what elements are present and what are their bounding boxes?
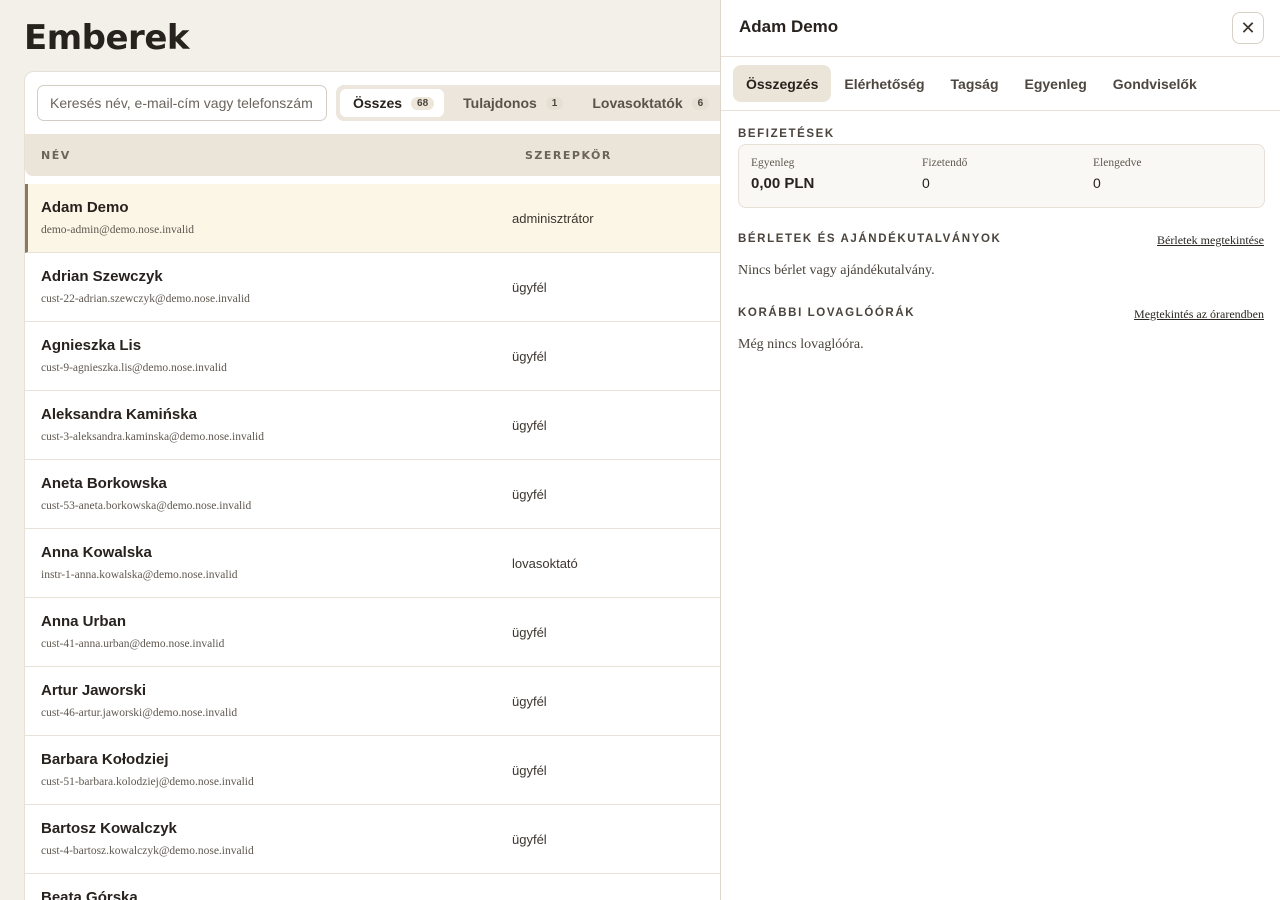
table-row[interactable]: Barbara Kołodziej cust-51-barbara.kolodz…: [25, 736, 743, 805]
filter-instructors[interactable]: Lovasoktatók 6: [579, 89, 719, 117]
person-email: cust-41-anna.urban@demo.nose.invalid: [41, 638, 225, 650]
tab-contact[interactable]: Elérhetőség: [831, 65, 937, 102]
person-role: ügyfél: [512, 349, 547, 364]
tab-membership[interactable]: Tagság: [938, 65, 1012, 102]
person-name: Adrian Szewczyk: [41, 268, 163, 285]
person-email: cust-46-artur.jaworski@demo.nose.invalid: [41, 707, 238, 719]
lessons-heading: KORÁBBI LOVAGLÓÓRÁK: [738, 307, 916, 319]
person-role: ügyfél: [512, 418, 547, 433]
person-email: instr-1-anna.kowalska@demo.nose.invalid: [41, 569, 238, 581]
passes-heading: BÉRLETEK ÉS AJÁNDÉKUTALVÁNYOK: [738, 233, 1002, 245]
person-email: cust-51-barbara.kolodziej@demo.nose.inva…: [41, 776, 254, 788]
balance-label: Egyenleg: [751, 157, 795, 169]
person-name: Aneta Borkowska: [41, 475, 167, 492]
table-row[interactable]: Bartosz Kowalczyk cust-4-bartosz.kowalcz…: [25, 805, 743, 874]
person-name: Aleksandra Kamińska: [41, 406, 197, 423]
table-row[interactable]: Aleksandra Kamińska cust-3-aleksandra.ka…: [25, 391, 743, 460]
person-name: Adam Demo: [41, 199, 129, 216]
person-email: cust-3-aleksandra.kaminska@demo.nose.inv…: [41, 431, 264, 443]
person-name: Artur Jaworski: [41, 682, 147, 699]
person-role: ügyfél: [512, 280, 547, 295]
person-name: Bartosz Kowalczyk: [41, 820, 177, 837]
page-title: Emberek: [24, 18, 190, 58]
drawer-tabs: Összegzés Elérhetőség Tagság Egyenleg Go…: [733, 65, 1210, 102]
tabs-divider: [721, 110, 1280, 111]
passes-empty-text: Nincs bérlet vagy ajándékutalvány.: [738, 263, 935, 278]
people-list: Adam Demo demo-admin@demo.nose.invalid a…: [25, 184, 743, 900]
table-row[interactable]: Agnieszka Lis cust-9-agnieszka.lis@demo.…: [25, 322, 743, 391]
filter-all[interactable]: Összes 68: [340, 89, 445, 117]
person-detail-drawer: Adam Demo ✕ Összegzés Elérhetőség Tagság…: [720, 0, 1280, 900]
waived-value: 0: [1093, 175, 1101, 191]
table-row[interactable]: Aneta Borkowska cust-53-aneta.borkowska@…: [25, 460, 743, 529]
person-name: Barbara Kołodziej: [41, 751, 169, 768]
person-email: cust-9-agnieszka.lis@demo.nose.invalid: [41, 362, 227, 374]
tab-guardians[interactable]: Gondviselők: [1100, 65, 1210, 102]
person-role: ügyfél: [512, 625, 547, 640]
view-schedule-link[interactable]: Megtekintés az órarendben: [1134, 307, 1264, 322]
due-label: Fizetendő: [922, 157, 968, 169]
table-row[interactable]: Beata Górska: [25, 874, 743, 900]
tab-summary[interactable]: Összegzés: [733, 65, 832, 102]
waived-stat: Elengedve 0: [1093, 157, 1142, 191]
filter-label: Tulajdonos: [463, 95, 537, 111]
due-value: 0: [922, 175, 930, 191]
person-email: cust-22-adrian.szewczyk@demo.nose.invali…: [41, 293, 250, 305]
balance-value: 0,00 PLN: [751, 175, 815, 192]
drawer-header: Adam Demo ✕: [721, 0, 1280, 57]
filter-count: 6: [691, 96, 710, 110]
toolbar: Összes 68 Tulajdonos 1 Lovasoktatók 6: [25, 72, 743, 134]
person-name: Anna Kowalska: [41, 544, 152, 561]
drawer-title: Adam Demo: [739, 17, 839, 36]
table-row[interactable]: Adam Demo demo-admin@demo.nose.invalid a…: [25, 184, 743, 253]
due-stat: Fizetendő 0: [922, 157, 967, 191]
person-role: ügyfél: [512, 694, 547, 709]
person-role: lovasoktató: [512, 556, 578, 571]
person-name: Beata Górska: [41, 889, 138, 900]
payments-heading: BEFIZETÉSEK: [738, 128, 835, 140]
table-row[interactable]: Anna Kowalska instr-1-anna.kowalska@demo…: [25, 529, 743, 598]
waived-label: Elengedve: [1093, 157, 1142, 169]
balance-stat: Egyenleg 0,00 PLN: [751, 157, 814, 192]
table-row[interactable]: Anna Urban cust-41-anna.urban@demo.nose.…: [25, 598, 743, 667]
close-button[interactable]: ✕: [1232, 12, 1264, 44]
filter-label: Összes: [353, 95, 403, 111]
role-filter: Összes 68 Tulajdonos 1 Lovasoktatók 6: [336, 85, 743, 121]
filter-count: 1: [545, 96, 564, 110]
person-role: ügyfél: [512, 763, 547, 778]
person-name: Anna Urban: [41, 613, 127, 630]
view-passes-link[interactable]: Bérletek megtekintése: [1157, 233, 1264, 248]
payments-summary: Egyenleg 0,00 PLN Fizetendő 0 Elengedve …: [738, 144, 1265, 208]
people-card: Összes 68 Tulajdonos 1 Lovasoktatók 6 NÉ…: [24, 71, 744, 900]
column-header-name[interactable]: NÉV: [41, 149, 71, 162]
person-email: cust-53-aneta.borkowska@demo.nose.invali…: [41, 500, 252, 512]
filter-count: 68: [411, 96, 435, 110]
table-row[interactable]: Adrian Szewczyk cust-22-adrian.szewczyk@…: [25, 253, 743, 322]
person-role: ügyfél: [512, 832, 547, 847]
table-row[interactable]: Artur Jaworski cust-46-artur.jaworski@de…: [25, 667, 743, 736]
table-header: NÉV SZEREPKÖR: [25, 134, 743, 176]
tab-balance[interactable]: Egyenleg: [1012, 65, 1100, 102]
lessons-empty-text: Még nincs lovaglóóra.: [738, 337, 864, 352]
person-email: demo-admin@demo.nose.invalid: [41, 224, 195, 236]
close-icon: ✕: [1240, 17, 1256, 38]
filter-label: Lovasoktatók: [592, 95, 683, 111]
person-role: ügyfél: [512, 487, 547, 502]
search-input[interactable]: [37, 85, 327, 121]
person-name: Agnieszka Lis: [41, 337, 142, 354]
filter-owner[interactable]: Tulajdonos 1: [450, 89, 573, 117]
person-email: cust-4-bartosz.kowalczyk@demo.nose.inval…: [41, 845, 254, 857]
column-header-role[interactable]: SZEREPKÖR: [525, 149, 612, 162]
person-role: adminisztrátor: [512, 211, 594, 226]
